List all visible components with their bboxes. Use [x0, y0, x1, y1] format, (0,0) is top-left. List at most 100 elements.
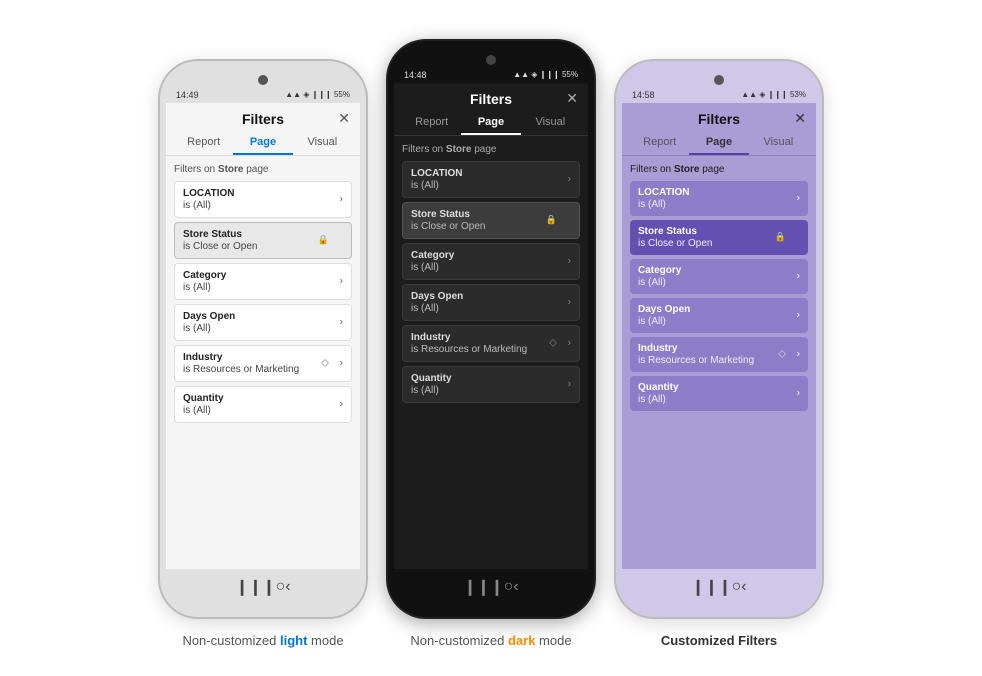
card-label: Category	[638, 265, 800, 276]
filter-card-category[interactable]: Categoryis (All)›	[402, 243, 580, 280]
bookmark-icon: ◇	[549, 338, 557, 349]
filter-card-location[interactable]: LOCATIONis (All)›	[174, 181, 352, 218]
nav-menu-icon[interactable]: ❙❙❙	[691, 577, 731, 597]
close-button[interactable]: ✕	[566, 90, 578, 107]
nav-home-icon[interactable]: ○	[504, 578, 514, 596]
tab-report[interactable]: Report	[402, 111, 461, 135]
filter-title: Filters	[470, 91, 512, 107]
filter-card-location[interactable]: LOCATIONis (All)›	[630, 181, 808, 216]
filter-card-quantity[interactable]: Quantityis (All)›	[174, 386, 352, 423]
bottom-nav: ❙❙❙○‹	[671, 569, 766, 601]
camera-bar	[394, 51, 588, 67]
nav-menu-icon[interactable]: ❙❙❙	[235, 577, 275, 597]
card-value: is (All)	[183, 282, 343, 293]
status-time: 14:49	[176, 90, 199, 100]
filter-card-quantity[interactable]: Quantityis (All)›	[630, 376, 808, 411]
phone-frame-dark: 14:48▲▲ ◈ ❙❙❙ 55% Filters ✕ ReportPageVisua…	[386, 39, 596, 619]
tab-visual[interactable]: Visual	[521, 111, 580, 135]
filter-body: Filters on Store pageLOCATIONis (All)›St…	[622, 156, 816, 569]
nav-home-icon[interactable]: ○	[276, 578, 286, 596]
tab-visual[interactable]: Visual	[293, 131, 352, 155]
camera-bar	[166, 71, 360, 87]
chevron-right-icon: ›	[797, 271, 800, 282]
filter-card-location[interactable]: LOCATIONis (All)›	[402, 161, 580, 198]
caption-purple: Customized Filters	[661, 633, 777, 648]
card-value: is (All)	[638, 316, 800, 327]
bottom-nav: ❙❙❙○‹	[443, 569, 538, 601]
card-value: is Resources or Marketing	[638, 355, 800, 366]
status-icons: ▲▲ ◈ ❙❙❙ 55%	[513, 70, 578, 79]
chevron-right-icon: ›	[340, 317, 343, 328]
tabs: ReportPageVisual	[394, 111, 588, 136]
card-label: LOCATION	[638, 187, 800, 198]
card-value: is (All)	[411, 385, 571, 396]
filter-card-days-open[interactable]: Days Openis (All)›	[630, 298, 808, 333]
card-value: is Resources or Marketing	[411, 344, 571, 355]
card-label: Industry	[183, 352, 343, 363]
card-label: Quantity	[411, 373, 571, 384]
card-value: is (All)	[638, 394, 800, 405]
nav-back-icon[interactable]: ‹	[513, 578, 518, 596]
status-bar: 14:58 ▲▲ ◈ ❙❙❙ 53%	[622, 87, 816, 103]
tab-report[interactable]: Report	[630, 131, 689, 155]
filter-card-quantity[interactable]: Quantityis (All)›	[402, 366, 580, 403]
chevron-right-icon: ›	[568, 174, 571, 185]
phone-frame-light: 14:49▲▲ ◈ ❙❙❙ 55%Filters✕ReportPageVisua…	[158, 59, 368, 619]
main-container: 14:49▲▲ ◈ ❙❙❙ 55%Filters✕ReportPageVisua…	[158, 29, 824, 648]
chevron-right-icon: ›	[340, 399, 343, 410]
card-label: LOCATION	[411, 168, 571, 179]
chevron-right-icon: ›	[568, 297, 571, 308]
card-label: Industry	[411, 332, 571, 343]
chevron-right-icon: ›	[797, 193, 800, 204]
tab-page[interactable]: Page	[233, 131, 292, 155]
filter-card-industry[interactable]: Industryis Resources or Marketing◇›	[630, 337, 808, 372]
card-label: Category	[411, 250, 571, 261]
nav-back-icon[interactable]: ‹	[285, 578, 290, 596]
bottom-nav: ❙❙❙○‹	[215, 569, 310, 601]
camera-dot	[258, 75, 268, 85]
phone-frame-purple: 14:58 ▲▲ ◈ ❙❙❙ 53% Filters ✕ ReportPageVisua…	[614, 59, 824, 619]
nav-home-icon[interactable]: ○	[732, 578, 742, 596]
filter-header: Filters ✕	[622, 103, 816, 131]
screen-light: Filters✕ReportPageVisualFilters on Store…	[166, 103, 360, 569]
filter-card-days-open[interactable]: Days Openis (All)›	[174, 304, 352, 341]
filters-on-label: Filters on Store page	[174, 164, 352, 175]
status-bar: 14:48▲▲ ◈ ❙❙❙ 55%	[394, 67, 588, 83]
close-button[interactable]: ✕	[338, 110, 350, 127]
nav-back-icon[interactable]: ‹	[741, 578, 746, 596]
filter-card-days-open[interactable]: Days Openis (All)›	[402, 284, 580, 321]
card-value: is (All)	[411, 303, 571, 314]
filter-header: Filters ✕	[394, 83, 588, 111]
filter-title: Filters	[698, 111, 740, 127]
filter-card-category[interactable]: Categoryis (All)›	[174, 263, 352, 300]
status-icons: ▲▲ ◈ ❙❙❙ 53%	[741, 90, 806, 99]
chevron-right-icon: ›	[797, 310, 800, 321]
card-value: is (All)	[411, 262, 571, 273]
card-label: Industry	[638, 343, 800, 354]
filter-body: Filters on Store page LOCATIONis (All)› St…	[166, 156, 360, 569]
filter-card-store-status[interactable]: Store Statusis Close or Open🔒	[630, 220, 808, 255]
filter-card-category[interactable]: Categoryis (All)›	[630, 259, 808, 294]
tab-visual[interactable]: Visual	[749, 131, 808, 155]
card-value: is (All)	[638, 277, 800, 288]
caption-dark: Non-customized dark mode	[410, 633, 571, 648]
tab-page[interactable]: Page	[689, 131, 748, 155]
bookmark-icon: ◇	[321, 358, 329, 369]
tab-page[interactable]: Page	[461, 111, 520, 135]
chevron-right-icon: ›	[340, 276, 343, 287]
nav-menu-icon[interactable]: ❙❙❙	[463, 577, 503, 597]
phone-wrapper-light: 14:49▲▲ ◈ ❙❙❙ 55%Filters✕ReportPageVisua…	[158, 59, 368, 648]
camera-dot	[486, 55, 496, 65]
filter-card-store-status[interactable]: Store Statusis Close or Open🔒	[402, 202, 580, 239]
lock-icon: 🔒	[546, 215, 557, 226]
card-value: is (All)	[411, 180, 571, 191]
filter-card-store-status[interactable]: Store Statusis Close or Open🔒	[174, 222, 352, 259]
card-value: is (All)	[183, 323, 343, 334]
filter-card-industry[interactable]: Industryis Resources or Marketing◇›	[174, 345, 352, 382]
close-button[interactable]: ✕	[794, 110, 806, 127]
status-time: 14:58	[632, 90, 655, 100]
tab-report[interactable]: Report	[174, 131, 233, 155]
filter-card-industry[interactable]: Industryis Resources or Marketing◇›	[402, 325, 580, 362]
card-value: is Resources or Marketing	[183, 364, 343, 375]
lock-icon: 🔒	[318, 235, 329, 246]
